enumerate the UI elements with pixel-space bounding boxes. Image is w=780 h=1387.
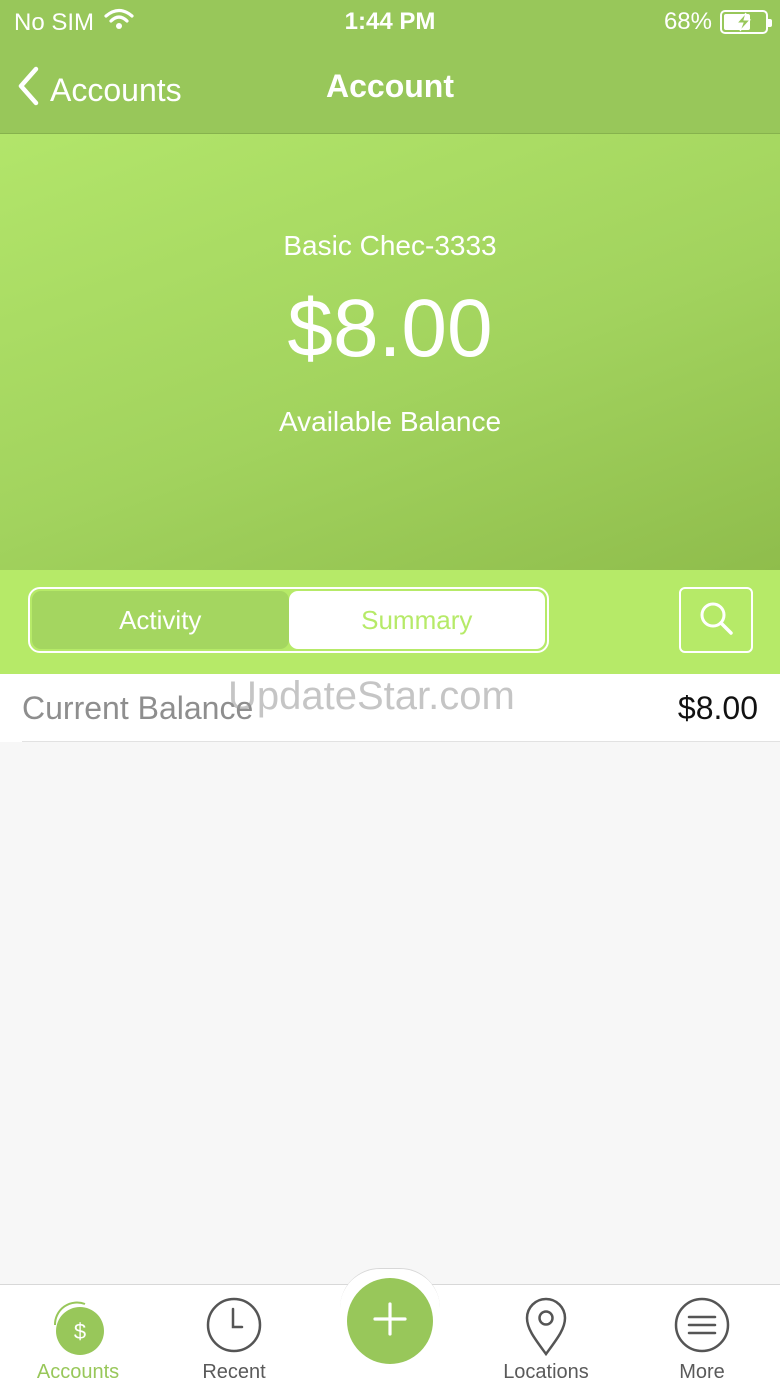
location-pin-icon: [523, 1297, 569, 1362]
status-right: 68%: [663, 8, 772, 36]
clock-icon: [206, 1297, 262, 1358]
plus-icon: [372, 1301, 408, 1342]
segment-summary[interactable]: Summary: [288, 591, 545, 649]
battery-percent: 68%: [663, 8, 712, 35]
back-button[interactable]: Accounts: [16, 66, 182, 114]
tab-more-label: More: [679, 1361, 725, 1383]
add-button[interactable]: [347, 1278, 433, 1364]
tab-more[interactable]: More: [624, 1285, 780, 1387]
status-bar: No SIM 1:44 PM 68%: [0, 0, 780, 44]
current-balance-value: $8.00: [677, 690, 758, 726]
tab-locations[interactable]: Locations: [468, 1285, 624, 1387]
search-icon: [696, 598, 736, 643]
segmented-control: Activity Summary: [28, 587, 549, 653]
accounts-dollar-icon: $: [45, 1295, 111, 1362]
current-balance-label: Current Balance: [22, 690, 254, 726]
segment-activity[interactable]: Activity: [32, 591, 289, 649]
tab-accounts-label: Accounts: [36, 1361, 120, 1383]
available-balance-amount: $8.00: [287, 283, 493, 374]
menu-icon: [674, 1297, 730, 1358]
battery-charging-icon: [720, 10, 772, 34]
account-header: Basic Chec-3333 $8.00 Available Balance: [0, 134, 780, 570]
view-switcher-bar: Activity Summary: [0, 570, 780, 674]
tab-recent-label: Recent: [202, 1361, 266, 1383]
search-button[interactable]: [679, 587, 753, 653]
nav-bar: Accounts Account: [0, 44, 780, 134]
summary-row-current-balance: Current Balance $8.00: [0, 674, 780, 742]
chevron-left-icon: [16, 66, 40, 114]
accounts-dollar-glyph: $: [74, 1319, 86, 1344]
tab-accounts[interactable]: $ Accounts: [0, 1285, 156, 1387]
available-balance-label: Available Balance: [278, 406, 502, 437]
row-divider: [22, 741, 780, 742]
back-button-label: Accounts: [50, 71, 182, 108]
tab-locations-label: Locations: [503, 1361, 589, 1383]
account-name: Basic Chec-3333: [283, 230, 497, 261]
tab-recent[interactable]: Recent: [156, 1285, 312, 1387]
